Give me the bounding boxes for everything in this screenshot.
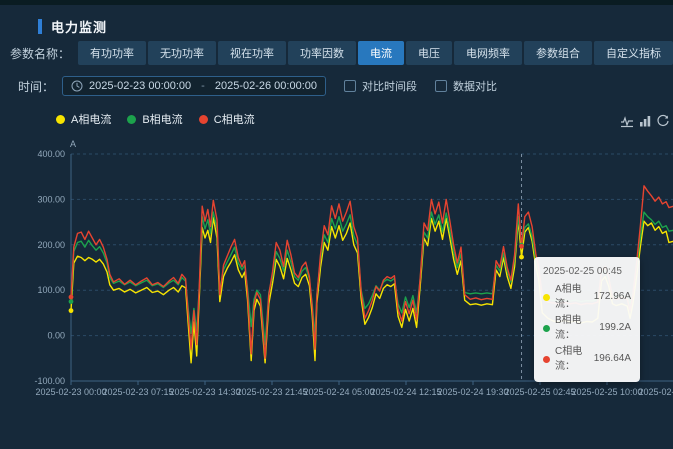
phase-b-dot-icon (127, 114, 137, 124)
svg-text:2025-02-25 10:00: 2025-02-25 10:00 (571, 387, 642, 397)
checkbox-data-compare[interactable]: 数据对比 (435, 78, 497, 94)
svg-text:2025-02-23 00:00: 2025-02-23 00:00 (35, 387, 106, 397)
tooltip-title: 2025-02-25 00:45 (543, 266, 622, 277)
svg-text:300.00: 300.00 (37, 194, 65, 204)
clock-icon (71, 80, 83, 92)
top-strip (0, 0, 673, 5)
phase-b-dot-icon (543, 324, 550, 332)
svg-text:100.00: 100.00 (37, 285, 65, 295)
svg-text:-100.00: -100.00 (34, 376, 65, 386)
tooltip: 2025-02-25 00:45 A相电流： 172.96A B相电流： 199… (534, 257, 640, 382)
restore-icon[interactable] (656, 114, 670, 128)
tab-power-factor[interactable]: 功率因数 (288, 41, 357, 65)
tab-apparent-power[interactable]: 视在功率 (218, 41, 287, 65)
phase-c-dot-icon (198, 114, 208, 124)
time-label: 时间： (18, 79, 55, 94)
tooltip-row-phase-a: A相电流： 172.96A (543, 282, 631, 313)
tab-active-power[interactable]: 有功功率 (78, 41, 147, 65)
data-compare-checkbox-box[interactable] (435, 80, 447, 92)
legend-item-phase-a[interactable]: A相电流 (56, 111, 111, 127)
svg-text:2025-02-24 12:15: 2025-02-24 12:15 (370, 387, 441, 397)
svg-text:A: A (70, 139, 76, 149)
tab-parameter-combo[interactable]: 参数组合 (524, 41, 593, 65)
legend-item-phase-b[interactable]: B相电流 (127, 111, 183, 127)
tooltip-row-phase-b: B相电流： 199.2A (543, 313, 631, 344)
date-end: 2025-02-26 00:00:00 (214, 80, 317, 92)
chart-legend: A相电流 B相电流 C相电流 (56, 111, 255, 127)
date-separator: - (201, 80, 205, 92)
date-range-input[interactable]: 2025-02-23 00:00:00 - 2025-02-26 00:00:0… (62, 76, 326, 96)
tab-current[interactable]: 电流 (358, 41, 405, 65)
phase-a-dot-icon (543, 293, 550, 301)
title-accent-bar (38, 19, 42, 34)
svg-text:2025-02-24 19:30: 2025-02-24 19:30 (437, 387, 508, 397)
data-compare-label: 数据对比 (453, 81, 497, 93)
svg-text:2025-02-25 02:45: 2025-02-25 02:45 (504, 387, 575, 397)
svg-text:2025-02-23 07:15: 2025-02-23 07:15 (102, 387, 173, 397)
checkbox-compare-period[interactable]: 对比时间段 (344, 78, 417, 94)
svg-text:2025-02-23 21:45: 2025-02-23 21:45 (236, 387, 307, 397)
chart-toolbox (620, 114, 670, 128)
svg-text:2025-02-24 05:00: 2025-02-24 05:00 (303, 387, 374, 397)
compare-period-label: 对比时间段 (362, 81, 417, 93)
line-chart-icon[interactable] (620, 114, 634, 128)
compare-period-checkbox-box[interactable] (344, 80, 356, 92)
phase-c-dot-icon (543, 355, 550, 363)
phase-a-dot-icon (56, 114, 65, 124)
page-title: 电力监测 (51, 20, 108, 35)
bar-chart-icon[interactable] (638, 114, 652, 128)
tab-custom-indicator[interactable]: 自定义指标 (594, 41, 673, 65)
svg-text:2025-02-23 14:30: 2025-02-23 14:30 (169, 387, 240, 397)
tab-reactive-power[interactable]: 无功功率 (148, 41, 217, 65)
svg-text:400.00: 400.00 (37, 149, 65, 159)
svg-text:2025-02-25 17:15: 2025-02-25 17:15 (638, 387, 673, 397)
param-name-label: 参数名称： (10, 46, 71, 61)
svg-text:0.00: 0.00 (47, 331, 65, 341)
tooltip-row-phase-c: C相电流： 196.64A (543, 344, 631, 375)
date-start: 2025-02-23 00:00:00 (89, 80, 192, 92)
svg-text:200.00: 200.00 (37, 240, 65, 250)
page-header: 电力监测 (38, 17, 107, 36)
legend-item-phase-c[interactable]: C相电流 (198, 111, 255, 127)
parameter-tabs: 有功功率 无功功率 视在功率 功率因数 电流 电压 电网频率 参数组合 自定义指… (78, 41, 673, 65)
tab-grid-frequency[interactable]: 电网频率 (454, 41, 523, 65)
tab-voltage[interactable]: 电压 (406, 41, 453, 65)
